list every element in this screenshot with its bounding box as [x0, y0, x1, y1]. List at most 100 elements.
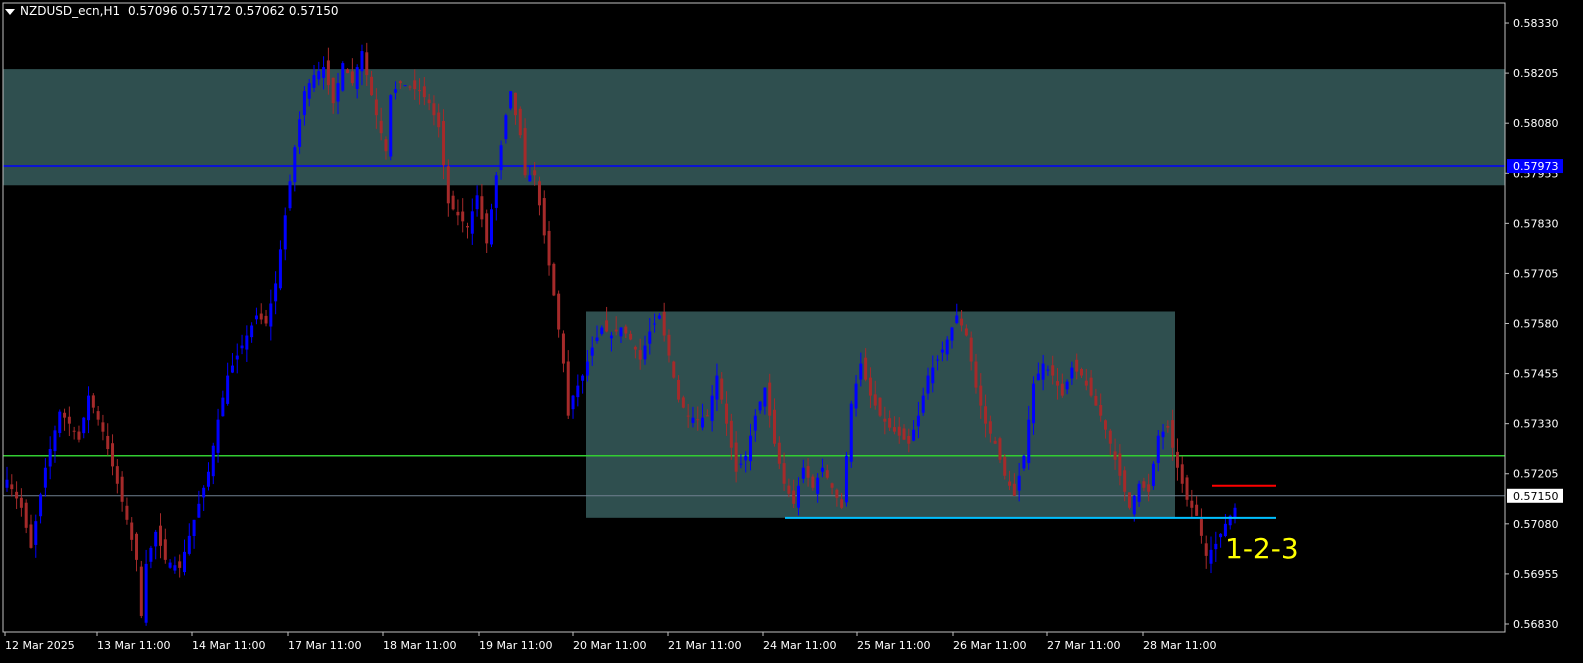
candle-body [182, 551, 186, 573]
candle-body [111, 443, 115, 467]
candle-body [206, 471, 210, 487]
candle-body [1209, 549, 1213, 564]
candle-body [120, 476, 124, 502]
candle-body [1051, 365, 1055, 376]
candle-body [897, 426, 901, 436]
candle-body [614, 329, 618, 332]
candle-body [1195, 504, 1199, 516]
y-tick-label: 0.57205 [1513, 468, 1559, 481]
candle-body [537, 181, 541, 206]
candle-body [350, 71, 354, 84]
candle-body [437, 112, 441, 128]
candle-body [240, 345, 244, 349]
candle-body [725, 403, 729, 424]
candle-body [1142, 481, 1146, 488]
candle-body [283, 215, 287, 250]
candle-body [302, 91, 306, 116]
candle-body [331, 77, 335, 104]
resistance-price-label: 0.57973 [1513, 160, 1559, 173]
y-tick-label: 0.56955 [1513, 568, 1559, 581]
candle-body [317, 71, 321, 80]
candle-body [216, 419, 220, 453]
y-tick-label: 0.57330 [1513, 418, 1559, 431]
y-tick-label: 0.57830 [1513, 217, 1559, 230]
candle-body [854, 383, 858, 409]
candle-body [950, 327, 954, 341]
candle-body [552, 263, 556, 296]
candle-body [926, 375, 930, 394]
candle-body [1094, 395, 1098, 406]
candle-body [907, 435, 911, 444]
candle-body [585, 361, 589, 376]
candle-body [422, 86, 426, 98]
candle-body [686, 415, 690, 417]
candle-body [221, 397, 225, 417]
candle-body [662, 311, 666, 336]
candle-body [1219, 533, 1223, 538]
candle-body [144, 563, 148, 623]
candle-body [734, 442, 738, 472]
candle-body [72, 430, 76, 432]
candle-body [135, 533, 139, 560]
candle-body [293, 147, 297, 183]
candle-body [115, 466, 119, 484]
candle-body [974, 361, 978, 388]
candle-body [442, 121, 446, 166]
candle-body [1089, 377, 1093, 396]
candle-body [43, 467, 47, 488]
y-tick-label: 0.57580 [1513, 318, 1559, 331]
candle-body [773, 409, 776, 444]
y-tick-label: 0.58330 [1513, 17, 1559, 30]
price-chart[interactable]: 1-2-30.583300.582050.580800.579550.57830… [0, 0, 1583, 663]
candle-body [341, 63, 345, 91]
candle-body [768, 382, 772, 416]
candle-body [53, 430, 57, 452]
candle-body [346, 69, 350, 74]
y-tick-label: 0.58205 [1513, 67, 1559, 80]
candle-body [969, 337, 973, 362]
candle-body [782, 463, 786, 484]
candle-body [513, 92, 517, 116]
candle-body [494, 175, 498, 208]
candle-body [77, 431, 81, 440]
candle-body [936, 359, 940, 361]
candle-body [173, 565, 177, 571]
candle-body [58, 411, 62, 434]
candle-body [633, 346, 637, 350]
candle-body [250, 325, 254, 338]
candle-body [427, 99, 431, 104]
candle-body [446, 166, 450, 204]
candle-body [1118, 453, 1122, 476]
candle-body [1171, 420, 1175, 448]
candle-body [288, 181, 292, 209]
candle-body [480, 196, 484, 220]
candle-body [504, 115, 508, 140]
x-tick-label: 13 Mar 11:00 [97, 639, 170, 652]
candle-body [979, 385, 983, 406]
candle-body [230, 365, 234, 373]
candle-body [19, 497, 23, 508]
candle-body [274, 283, 278, 302]
candle-body [988, 421, 992, 434]
x-tick-label: 19 Mar 11:00 [479, 639, 552, 652]
candle-body [1084, 380, 1088, 386]
candle-body [312, 75, 316, 88]
candle-body [955, 315, 959, 324]
candle-body [792, 490, 796, 504]
candle-body [1132, 495, 1136, 515]
candle-body [1113, 451, 1117, 460]
candle-body [451, 195, 455, 210]
candle-body [840, 499, 844, 508]
candle-body [91, 395, 95, 408]
candle-body [159, 525, 162, 546]
candle-body [499, 145, 503, 171]
candle-body [1151, 463, 1155, 486]
candle-body [681, 397, 685, 408]
candle-body [744, 455, 748, 461]
candle-body [677, 379, 681, 400]
y-tick-label: 0.57705 [1513, 267, 1559, 280]
candle-body [432, 103, 436, 116]
candle-body [878, 397, 882, 416]
candle-body [581, 375, 585, 381]
candle-body [149, 547, 153, 562]
